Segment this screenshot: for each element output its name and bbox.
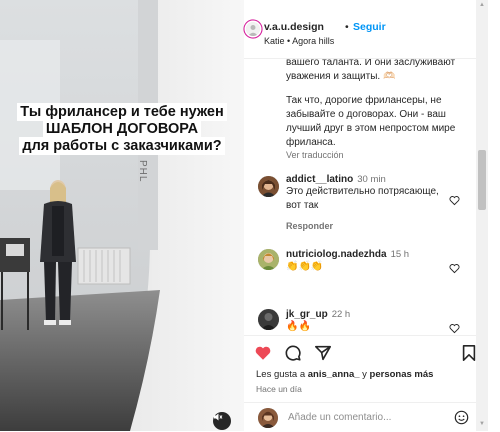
post-caption: вашего таланта. И они заслуживают уважен… <box>286 59 466 160</box>
comment-time[interactable]: 15 h <box>391 249 410 260</box>
likes-more[interactable]: personas más <box>370 369 434 380</box>
avatar-image <box>246 22 260 36</box>
send-icon[interactable] <box>314 344 332 362</box>
comment-body: addict__latino 30 min Это действительно п… <box>286 174 446 212</box>
scrollbar-thumb[interactable] <box>478 150 486 210</box>
smiley-icon[interactable] <box>454 410 469 425</box>
header-separator: • <box>345 21 349 33</box>
comment-username[interactable]: jk_gr_up <box>286 309 328 320</box>
heart-filled-icon[interactable] <box>254 344 272 362</box>
header-username[interactable]: v.a.u.design <box>264 21 324 33</box>
like-comment-icon[interactable] <box>449 195 460 206</box>
wall-lettering: PHL <box>137 160 148 183</box>
see-translation-link[interactable]: Ver traducción <box>286 150 344 160</box>
like-comment-icon[interactable] <box>449 263 460 274</box>
comment-text: Это действительно потрясающе, вот так <box>286 186 439 211</box>
post-panel: v.a.u.design • Seguir Katie • Agora hill… <box>244 0 488 431</box>
likes-summary[interactable]: Les gusta a anis_anna_ y personas más <box>256 369 433 380</box>
scroll-down-arrow[interactable]: ▼ <box>478 421 486 429</box>
comments-list[interactable]: вашего таланта. И они заслуживают уважен… <box>244 59 488 335</box>
caption-paragraph-2: Так что, дорогие фрилансеры, не забывайт… <box>286 95 456 148</box>
follow-button[interactable]: Seguir <box>353 21 386 33</box>
avatar-image <box>258 176 279 197</box>
comment-text: 🔥🔥 <box>286 321 311 332</box>
comment-username[interactable]: nutriciolog.nadezhda <box>286 249 387 260</box>
comment-username[interactable]: addict__latino <box>286 174 353 185</box>
avatar-image <box>258 309 279 330</box>
header-location[interactable]: Katie • Agora hills <box>264 36 334 46</box>
comment-time[interactable]: 30 min <box>357 174 386 185</box>
like-comment-icon[interactable] <box>449 323 460 334</box>
post-header: v.a.u.design • Seguir Katie • Agora hill… <box>244 0 488 59</box>
comment-time[interactable]: 22 h <box>332 309 351 320</box>
scroll-up-arrow[interactable]: ▲ <box>478 2 486 10</box>
avatar-image <box>258 249 279 270</box>
comments-scrollbar[interactable] <box>476 0 488 431</box>
reel-video[interactable]: Ты фрилансер и тебе нужен ШАБЛОН ДОГОВОР… <box>0 0 244 431</box>
caption-line-2: ШАБЛОН ДОГОВОРА <box>42 120 202 138</box>
sound-toggle-button[interactable] <box>213 412 231 430</box>
add-comment-input[interactable] <box>288 409 438 425</box>
speaker-muted-icon <box>214 413 223 421</box>
comment-avatar[interactable] <box>258 249 279 270</box>
comment-body: jk_gr_up 22 h 🔥🔥 <box>286 309 446 334</box>
comment-icon[interactable] <box>284 344 302 362</box>
current-user-avatar <box>258 408 278 428</box>
reply-button[interactable]: Responder <box>286 221 333 231</box>
post-actions: Les gusta a anis_anna_ y personas más Ha… <box>244 335 488 402</box>
header-avatar[interactable] <box>246 22 260 36</box>
comment-avatar[interactable] <box>258 176 279 197</box>
likes-user[interactable]: anis_anna_ <box>308 369 360 380</box>
likes-suffix: y <box>359 369 370 380</box>
comment-avatar[interactable] <box>258 309 279 330</box>
likes-prefix: Les gusta a <box>256 369 308 380</box>
comment-body: nutriciolog.nadezhda 15 h 👏👏👏 <box>286 249 446 274</box>
video-scene <box>0 0 244 431</box>
caption-line-3: для работы с заказчиками? <box>19 137 225 155</box>
caption-line-1: Ты фрилансер и тебе нужен <box>17 103 227 121</box>
video-caption: Ты фрилансер и тебе нужен ШАБЛОН ДОГОВОР… <box>12 103 232 155</box>
post-date[interactable]: Hace un día <box>256 384 302 394</box>
avatar-image <box>258 408 278 428</box>
add-comment-bar <box>244 402 488 432</box>
comment-text: 👏👏👏 <box>286 261 324 272</box>
caption-paragraph-1: вашего таланта. И они заслуживают уважен… <box>286 59 456 82</box>
